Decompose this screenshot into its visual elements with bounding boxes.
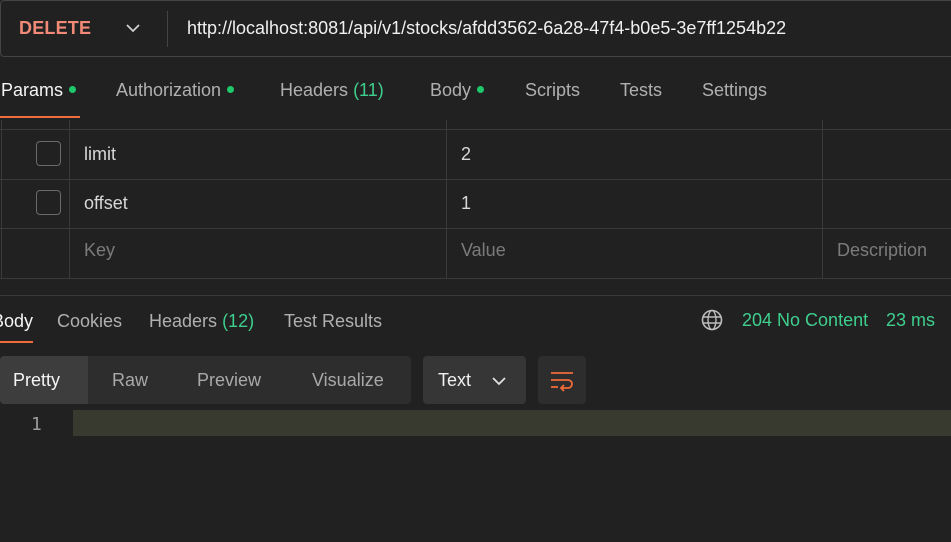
status-dot — [69, 85, 77, 93]
url-divider — [167, 11, 168, 47]
method-select[interactable]: DELETE — [19, 18, 91, 39]
tab-test-results[interactable]: Test Results — [284, 311, 382, 332]
table-row: limit 2 — [0, 129, 951, 180]
params-table: limit 2 offset 1 Key Value Description — [0, 120, 951, 279]
view-raw[interactable]: Raw — [112, 370, 148, 391]
request-tabs: Params Authorization Headers (11) Body S… — [0, 80, 951, 120]
chevron-down-icon — [492, 377, 506, 386]
status-dot — [477, 85, 485, 93]
param-key[interactable]: limit — [84, 144, 116, 165]
tab-response-headers[interactable]: Headers (12) — [149, 311, 254, 332]
description-placeholder[interactable]: Description — [837, 240, 927, 261]
wrap-lines-icon — [551, 372, 573, 392]
param-value[interactable]: 2 — [461, 144, 471, 165]
column-divider — [69, 120, 70, 278]
column-divider — [1, 120, 2, 278]
tab-label: Headers — [280, 80, 349, 100]
key-placeholder[interactable]: Key — [84, 240, 115, 261]
line-number: 1 — [31, 414, 42, 435]
row-checkbox[interactable] — [36, 190, 61, 215]
active-tab-indicator — [0, 116, 80, 118]
tab-body[interactable]: Body — [430, 80, 485, 101]
tab-label: Params — [1, 80, 64, 100]
view-pretty[interactable]: Pretty — [13, 370, 60, 391]
view-mode-segmented-control: Pretty Raw Preview Visualize — [0, 356, 411, 404]
tab-tests[interactable]: Tests — [620, 80, 662, 101]
format-label: Text — [438, 370, 472, 390]
tab-label: Body — [430, 80, 472, 100]
status-code[interactable]: 204 No Content — [742, 310, 868, 331]
view-visualize[interactable]: Visualize — [312, 370, 384, 391]
tab-count: (11) — [353, 80, 384, 100]
wrap-lines-button[interactable] — [538, 356, 586, 404]
tab-label: Headers — [149, 311, 218, 331]
table-row: offset 1 — [0, 179, 951, 229]
param-value[interactable]: 1 — [461, 193, 471, 214]
tab-scripts[interactable]: Scripts — [525, 80, 580, 101]
request-url-bar: DELETE http://localhost:8081/api/v1/stoc… — [0, 0, 951, 57]
view-preview[interactable]: Preview — [197, 370, 261, 391]
chevron-down-icon[interactable] — [125, 22, 141, 34]
status-dot — [227, 85, 235, 93]
column-divider — [822, 120, 823, 278]
column-divider — [446, 120, 447, 278]
response-time[interactable]: 23 ms — [886, 310, 935, 331]
globe-icon[interactable] — [700, 308, 724, 332]
active-tab-indicator — [0, 341, 33, 343]
url-input[interactable]: http://localhost:8081/api/v1/stocks/afdd… — [187, 18, 786, 39]
format-select[interactable]: Text — [423, 356, 526, 404]
tab-authorization[interactable]: Authorization — [116, 80, 235, 101]
tab-count: (12) — [222, 311, 255, 331]
table-row-new: Key Value Description — [0, 229, 951, 279]
response-body-editor[interactable] — [73, 410, 951, 436]
tab-params[interactable]: Params — [1, 80, 77, 101]
param-key[interactable]: offset — [84, 193, 128, 214]
row-checkbox[interactable] — [36, 141, 61, 166]
pane-divider[interactable] — [0, 295, 951, 296]
tab-label: Authorization — [116, 80, 222, 100]
tab-response-body[interactable]: Body — [0, 311, 33, 332]
tab-cookies[interactable]: Cookies — [57, 311, 122, 332]
tab-headers[interactable]: Headers (11) — [280, 80, 384, 101]
value-placeholder[interactable]: Value — [461, 240, 506, 261]
tab-settings[interactable]: Settings — [702, 80, 767, 101]
